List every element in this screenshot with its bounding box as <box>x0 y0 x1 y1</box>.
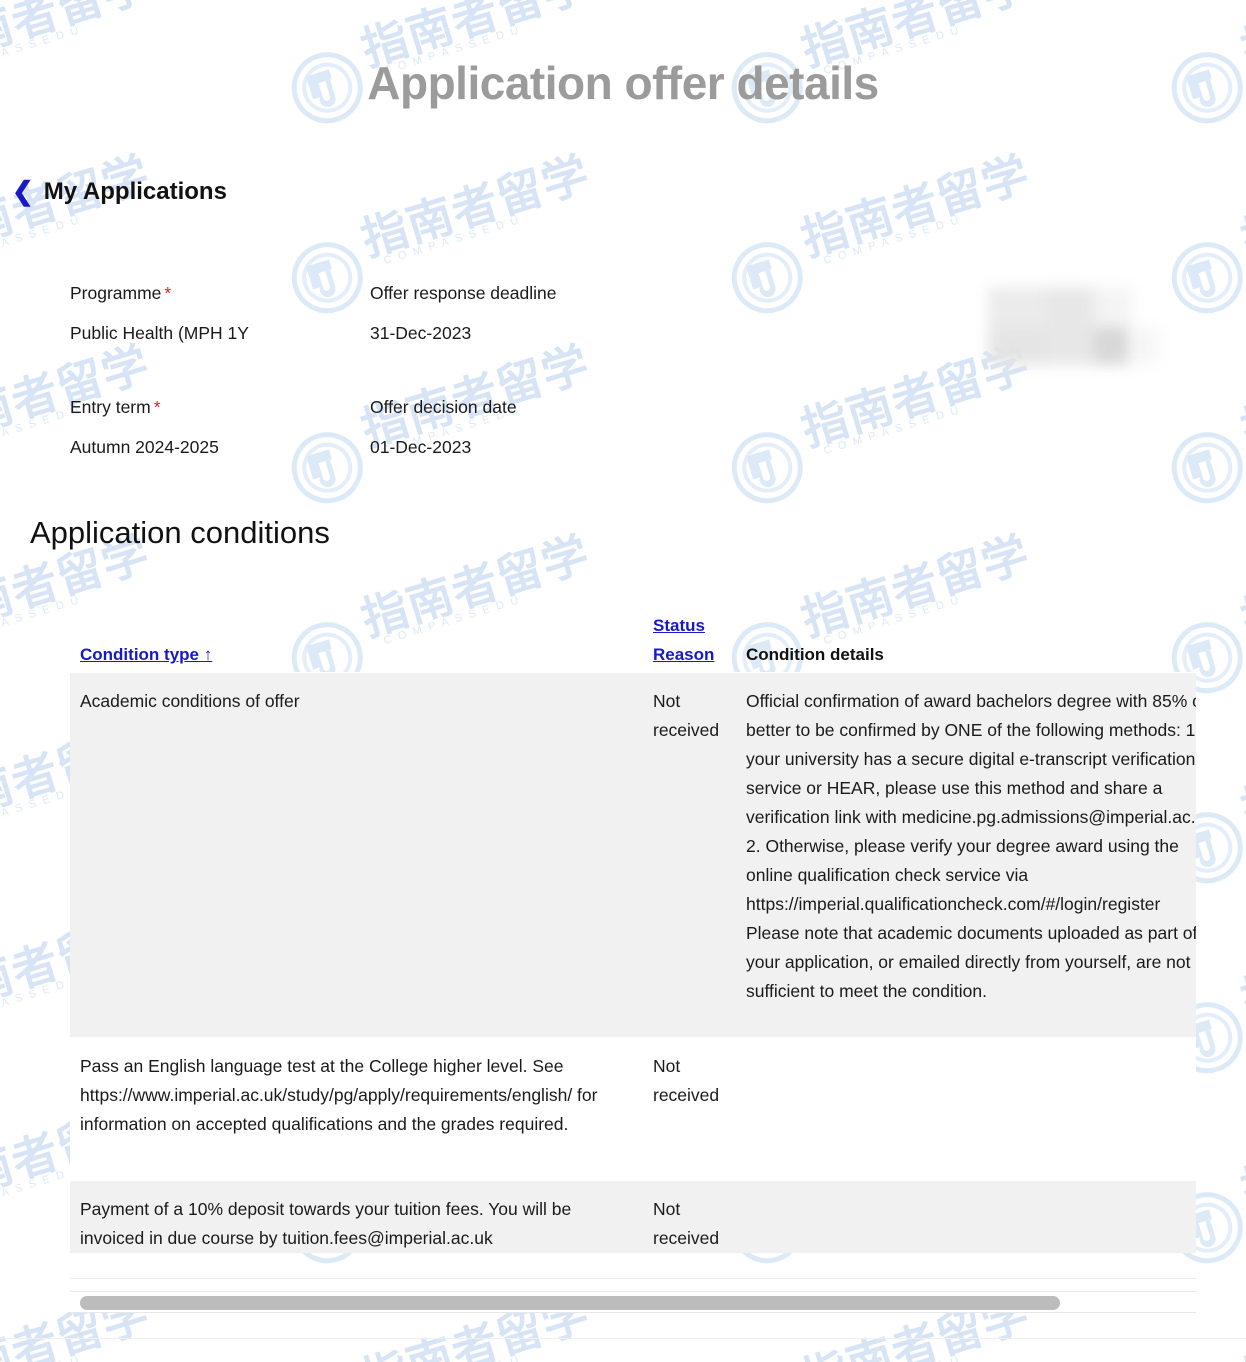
watermark-cn-text: 指南者留学 <box>1235 1096 1246 1217</box>
compassedu-logo-icon <box>1161 422 1246 514</box>
compassedu-logo-icon <box>1161 232 1246 324</box>
watermark-en-text: COMPASSEDU <box>822 402 967 458</box>
watermark-cn-text: 指南者留学 <box>1235 716 1246 837</box>
watermark-en-text: COMPASSEDU <box>382 1353 526 1362</box>
compassedu-logo-icon <box>281 232 373 324</box>
field-offer-decision-date: Offer decision date 01-Dec-2023 <box>370 397 517 458</box>
table-bottom-divider <box>70 1278 1196 1279</box>
sort-ascending-icon: ↑ <box>203 645 213 664</box>
chevron-left-icon: ❮ <box>12 176 34 206</box>
field-entry-term-value: Autumn 2024-2025 <box>70 437 219 457</box>
table-row[interactable]: Pass an English language test at the Col… <box>70 1037 1196 1180</box>
required-asterisk: * <box>164 283 172 303</box>
watermark-cn-text: 指南者留学 <box>1235 526 1246 647</box>
column-header-condition-details: Condition details <box>746 645 884 664</box>
column-header-status[interactable]: Status <box>653 616 705 636</box>
redacted-image-block <box>988 287 1158 365</box>
watermark-cn-text: 指南者留学 <box>1235 1286 1246 1362</box>
field-programme-value: Public Health (MPH 1Y <box>70 323 249 343</box>
watermark-en-text: COMPASSEDU <box>382 212 527 268</box>
back-link-label: My Applications <box>43 178 227 205</box>
cell-status-reason: Not received <box>653 1199 720 1248</box>
cell-condition-details: Official confirmation of award bachelors… <box>746 691 1196 1001</box>
compassedu-logo-icon <box>281 422 373 514</box>
watermark-cn-text: 指南者留学 <box>795 146 1036 267</box>
field-offer-decision-date-value: 01-Dec-2023 <box>370 437 472 457</box>
compassedu-logo-icon <box>721 422 813 514</box>
column-header-reason[interactable]: Reason <box>653 645 714 665</box>
cell-status-reason: Not received <box>653 1056 720 1105</box>
watermark-en-text: COMPASSEDU <box>0 212 87 268</box>
field-entry-term-label: Entry term * <box>70 397 161 417</box>
compassedu-logo-icon <box>721 232 813 324</box>
page-bottom-edge <box>0 1338 1246 1339</box>
back-to-my-applications-link[interactable]: ❮ My Applications <box>12 178 227 206</box>
field-programme: Programme * Public Health (MPH 1Y <box>70 283 249 344</box>
horizontal-scrollbar-thumb[interactable] <box>80 1296 1060 1310</box>
table-row[interactable]: Payment of a 10% deposit towards your tu… <box>70 1180 1196 1253</box>
required-asterisk: * <box>153 397 161 417</box>
column-header-condition-type[interactable]: Condition type ↑ <box>80 645 212 665</box>
cell-condition-type: Pass an English language test at the Col… <box>80 1056 598 1134</box>
field-offer-response-deadline-label: Offer response deadline <box>370 283 557 303</box>
watermark-tile: 指南者留学COMPASSEDU <box>1148 305 1246 526</box>
field-offer-response-deadline: Offer response deadline 31-Dec-2023 <box>370 283 556 344</box>
watermark-tile: 指南者留学COMPASSEDU <box>1148 115 1246 336</box>
horizontal-scrollbar-track[interactable] <box>70 1291 1196 1313</box>
application-conditions-table: Condition type ↑ Status Reason Condition… <box>70 605 1196 1253</box>
watermark-cn-text: 指南者留学 <box>1235 906 1246 1027</box>
watermark-en-text: COMPASSEDU <box>822 1353 966 1362</box>
watermark-cn-text: 指南者留学 <box>1235 336 1246 457</box>
watermark-en-text: COMPASSEDU <box>0 1353 87 1362</box>
page-title: Application offer details <box>367 57 879 109</box>
watermark-cn-text: 指南者留学 <box>355 146 596 267</box>
watermark-cn-text: 指南者留学 <box>1235 146 1246 267</box>
table-row[interactable]: Academic conditions of offer Not receive… <box>70 672 1196 1037</box>
cell-status-reason: Not received <box>653 691 720 740</box>
application-offer-details-page: 指南者留学 COMPASSEDU 指南者留学 COMPASSEDU 指南者留学 COMPA… <box>0 0 1246 1362</box>
cell-condition-type: Payment of a 10% deposit towards your tu… <box>80 1199 572 1248</box>
application-conditions-heading: Application conditions <box>30 515 330 550</box>
watermark-en-text: COMPASSEDU <box>822 212 967 268</box>
cell-condition-type: Academic conditions of offer <box>80 691 300 711</box>
field-offer-decision-date-label: Offer decision date <box>370 397 517 417</box>
table-header-row: Condition type ↑ Status Reason Condition… <box>70 605 1196 672</box>
field-programme-label: Programme * <box>70 283 172 303</box>
field-offer-response-deadline-value: 31-Dec-2023 <box>370 323 472 343</box>
field-entry-term: Entry term * Autumn 2024-2025 <box>70 397 219 458</box>
